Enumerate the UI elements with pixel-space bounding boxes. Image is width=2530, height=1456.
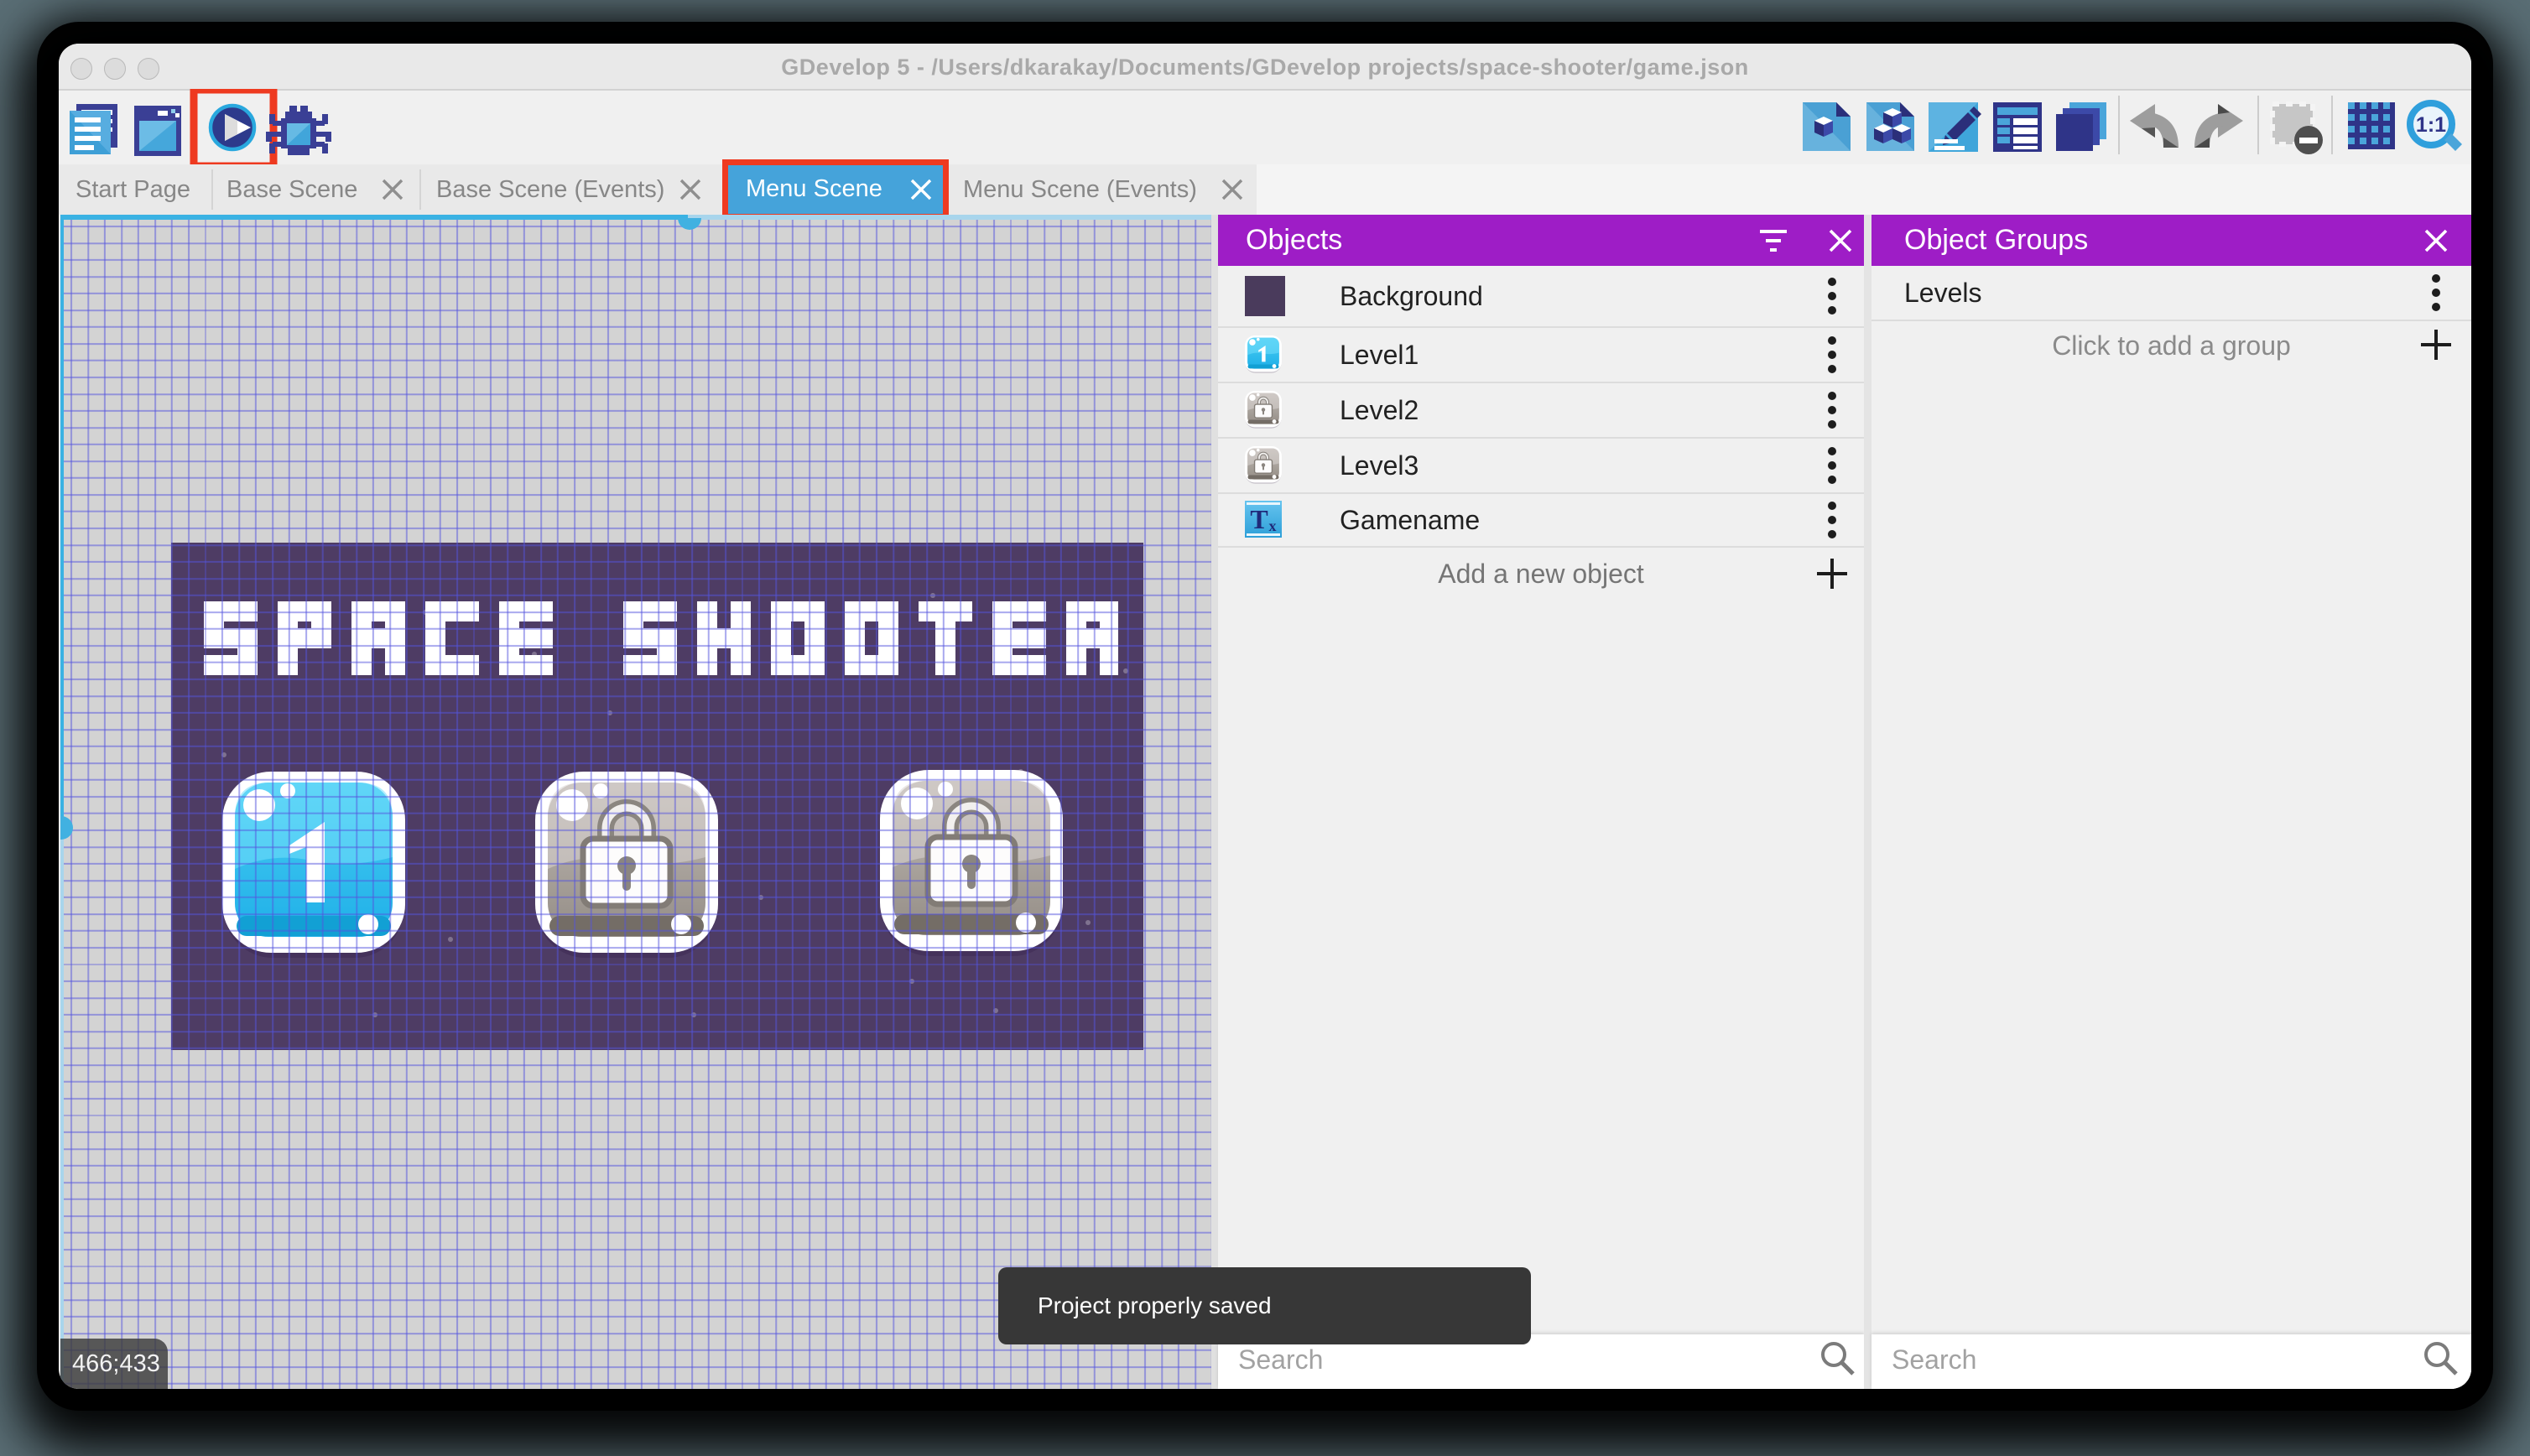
svg-text:x: x [1269,517,1277,534]
svg-text:1:1: 1:1 [2416,113,2446,137]
svg-text:T: T [1250,504,1268,534]
